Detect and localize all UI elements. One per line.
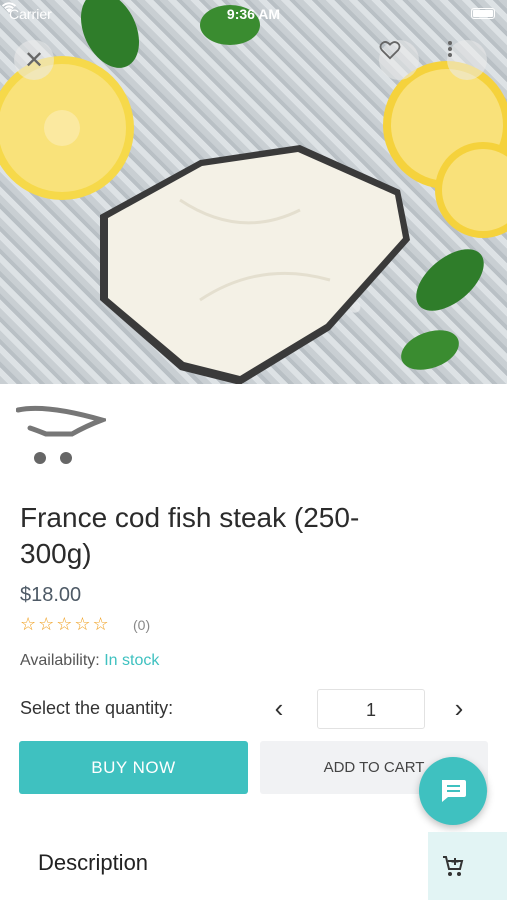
favorite-button[interactable] <box>379 40 419 80</box>
more-vertical-icon <box>448 41 452 57</box>
quantity-label: Select the quantity: <box>20 698 174 718</box>
buy-now-button[interactable]: BUY NOW <box>19 741 248 794</box>
availability: Availability: In stock <box>20 652 159 670</box>
quantity-input[interactable]: 1 <box>317 689 425 729</box>
quantity-decrease-button[interactable]: ‹ <box>264 694 294 724</box>
quantity-increase-button[interactable]: › <box>444 694 474 724</box>
status-time: 9:36 AM <box>226 6 281 22</box>
close-icon: ✕ <box>23 46 45 74</box>
review-count[interactable]: (0) <box>133 617 150 633</box>
product-price: $18.00 <box>20 584 82 606</box>
rating-stars: ☆☆☆☆☆ <box>20 614 111 634</box>
availability-label: Availability: <box>20 652 100 669</box>
chat-button[interactable] <box>419 757 487 825</box>
product-image: Carrier 9:36 AM ✕ <box>0 0 507 384</box>
product-title: France cod fish steak (250-300g) <box>20 502 360 569</box>
battery-icon <box>471 8 495 19</box>
store-logo <box>16 405 106 464</box>
close-button[interactable]: ✕ <box>14 40 54 80</box>
description-heading[interactable]: Description <box>38 850 148 876</box>
add-to-cart-icon <box>443 856 464 876</box>
stock-status: In stock <box>104 652 160 669</box>
status-bar: Carrier 9:36 AM <box>0 0 507 28</box>
more-options-button[interactable] <box>447 40 487 80</box>
heart-icon <box>379 41 401 60</box>
cart-tab[interactable] <box>428 832 507 900</box>
chat-icon <box>442 780 466 802</box>
